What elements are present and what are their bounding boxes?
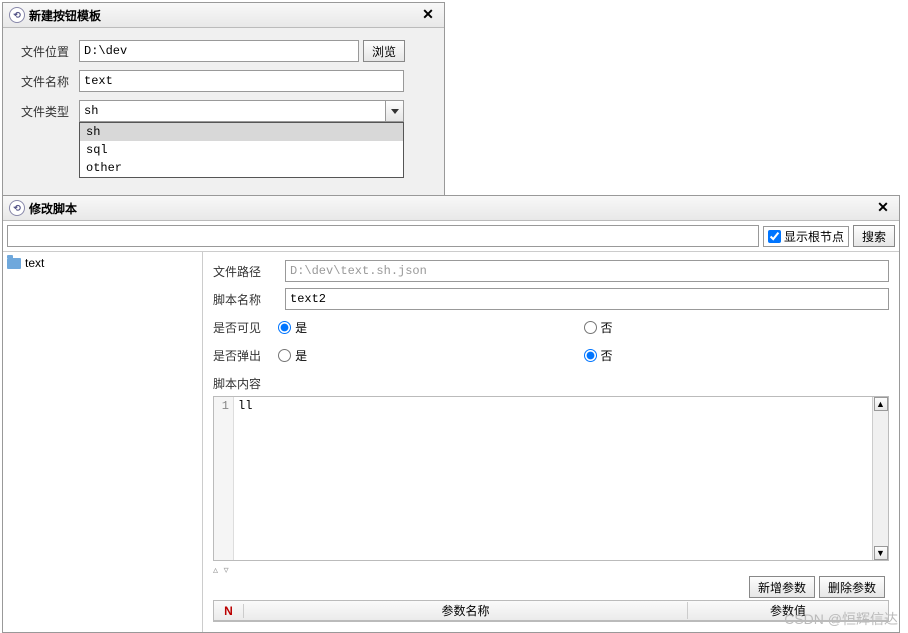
code-content[interactable]: ll <box>234 397 872 560</box>
code-editor[interactable]: 1 ll ▲ ▼ <box>213 396 889 561</box>
scroll-down-icon[interactable]: ▼ <box>874 546 888 560</box>
file-location-label: 文件位置 <box>21 43 79 60</box>
dialog1-body: 文件位置 浏览 文件名称 文件类型 sh sql other <box>3 28 444 200</box>
dropdown-option-sql[interactable]: sql <box>80 141 403 159</box>
line-gutter: 1 <box>214 397 234 560</box>
popup-label: 是否弹出 <box>213 347 278 364</box>
script-name-input[interactable] <box>285 288 889 310</box>
search-button[interactable]: 搜索 <box>853 225 895 247</box>
search-input[interactable] <box>7 225 759 247</box>
param-col-name: 参数名称 <box>244 602 688 619</box>
collapse-handle[interactable]: ▵ ▿ <box>213 565 889 576</box>
dialog1-close-button[interactable]: ✕ <box>418 6 438 24</box>
param-button-bar: 新增参数 删除参数 <box>213 576 889 598</box>
dialog2-close-button[interactable]: ✕ <box>873 199 893 217</box>
file-type-combo[interactable] <box>79 100 404 122</box>
folder-icon <box>7 258 21 269</box>
show-root-checkbox[interactable]: 显示根节点 <box>763 226 849 247</box>
file-path-input <box>285 260 889 282</box>
editor-scrollbar[interactable]: ▲ ▼ <box>872 397 888 560</box>
edit-script-dialog: ⟲ 修改脚本 ✕ 显示根节点 搜索 text 文件路径 <box>2 195 900 633</box>
dialog2-body: 显示根节点 搜索 text 文件路径 脚本名称 <box>3 221 899 632</box>
file-type-label: 文件类型 <box>21 103 79 120</box>
dialog1-title: 新建按钮模板 <box>29 7 101 24</box>
chevron-down-icon[interactable] <box>386 100 404 122</box>
add-param-button[interactable]: 新增参数 <box>749 576 815 598</box>
show-root-check[interactable] <box>768 230 781 243</box>
visible-label: 是否可见 <box>213 319 278 336</box>
toolbar: 显示根节点 搜索 <box>3 221 899 252</box>
param-table: N 参数名称 参数值 <box>213 600 889 622</box>
scroll-up-icon[interactable]: ▲ <box>874 397 888 411</box>
file-name-input[interactable] <box>79 70 404 92</box>
app-icon: ⟲ <box>9 7 25 23</box>
tree-node-label: text <box>25 256 44 270</box>
file-name-label: 文件名称 <box>21 73 79 90</box>
delete-param-button[interactable]: 删除参数 <box>819 576 885 598</box>
param-col-n: N <box>214 604 244 618</box>
file-type-input[interactable] <box>79 100 386 122</box>
tree-node-text[interactable]: text <box>7 256 198 270</box>
visible-no-radio[interactable]: 否 <box>584 319 613 336</box>
file-location-input[interactable] <box>79 40 359 62</box>
dropdown-option-sh[interactable]: sh <box>80 123 403 141</box>
param-table-header: N 参数名称 参数值 <box>214 601 888 621</box>
param-col-value: 参数值 <box>688 602 888 619</box>
new-template-dialog: ⟲ 新建按钮模板 ✕ 文件位置 浏览 文件名称 文件类型 sh s <box>2 2 445 201</box>
dialog2-titlebar: ⟲ 修改脚本 ✕ <box>3 196 899 221</box>
browse-button[interactable]: 浏览 <box>363 40 405 62</box>
app-icon: ⟲ <box>9 200 25 216</box>
dialog2-title: 修改脚本 <box>29 200 77 217</box>
show-root-label: 显示根节点 <box>784 228 844 245</box>
script-content-label: 脚本内容 <box>213 375 285 392</box>
edit-pane: 文件路径 脚本名称 是否可见 是 否 <box>203 252 899 632</box>
popup-yes-radio[interactable]: 是 <box>278 347 307 364</box>
main-split: text 文件路径 脚本名称 是否可见 是 <box>3 252 899 632</box>
popup-no-radio[interactable]: 否 <box>584 347 613 364</box>
file-path-label: 文件路径 <box>213 263 285 280</box>
script-name-label: 脚本名称 <box>213 291 285 308</box>
tree-pane: text <box>3 252 203 632</box>
dropdown-option-other[interactable]: other <box>80 159 403 177</box>
file-type-dropdown: sh sql other <box>79 122 404 178</box>
visible-yes-radio[interactable]: 是 <box>278 319 307 336</box>
dialog1-titlebar: ⟲ 新建按钮模板 ✕ <box>3 3 444 28</box>
